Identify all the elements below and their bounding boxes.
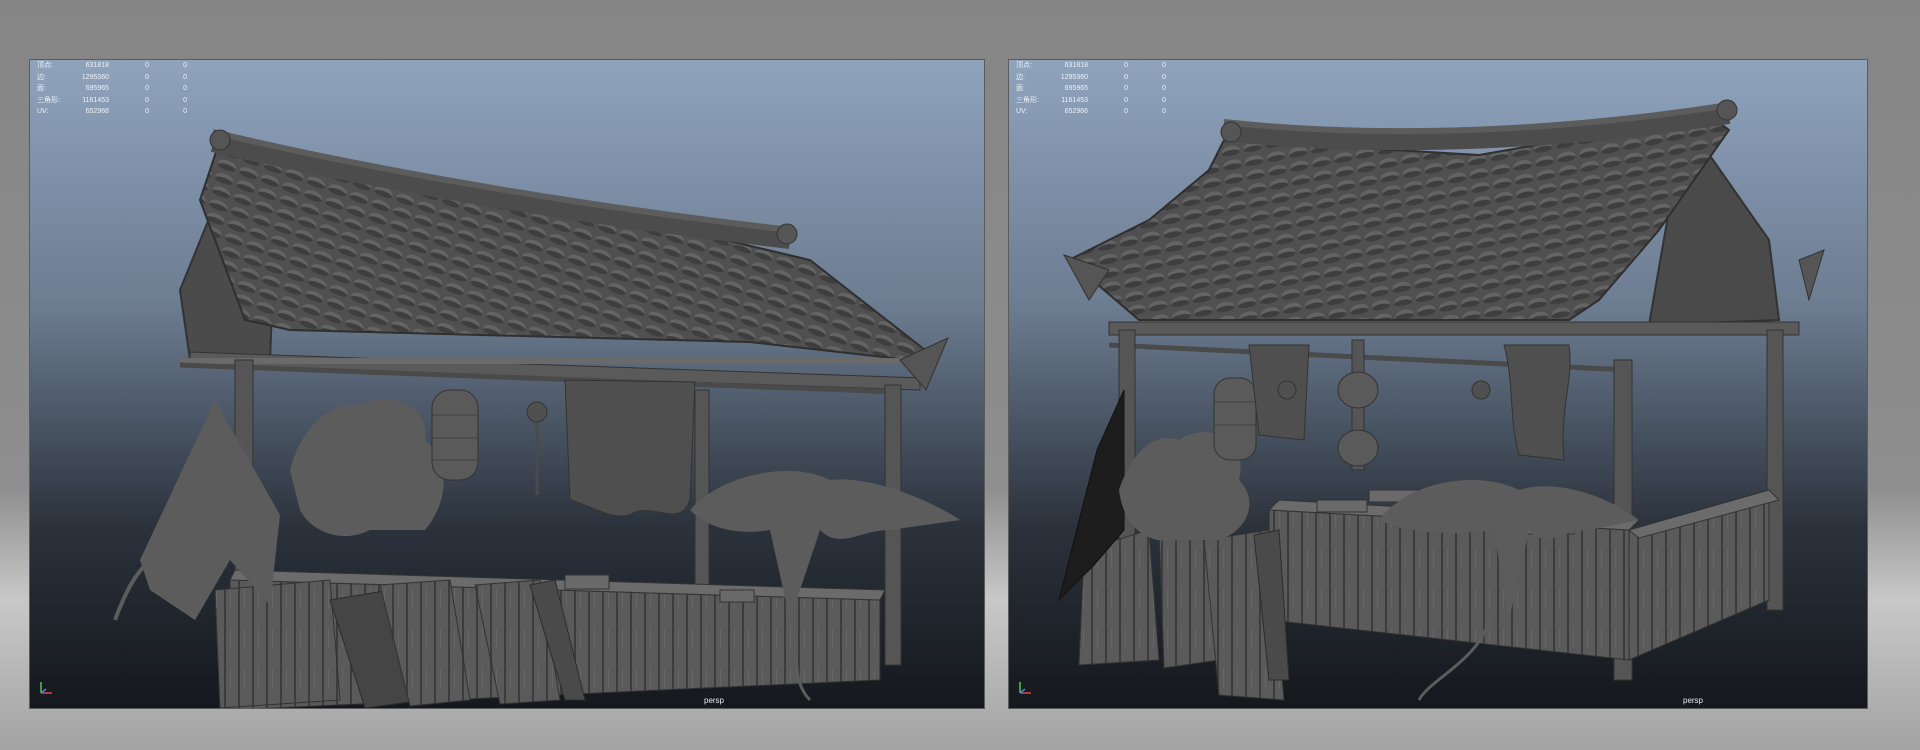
hud-label: 边: xyxy=(1016,73,1025,81)
hud-row-triangles: 三角形: 1161453 0 0 xyxy=(37,95,187,107)
axis-gizmo-icon xyxy=(1019,682,1031,694)
hud-label: 顶点: xyxy=(1016,62,1032,69)
hud-selected: 0 xyxy=(145,96,149,104)
hud-uv-selected: 0 xyxy=(1162,73,1166,81)
hud-selected: 0 xyxy=(1124,108,1128,115)
hud-uv-selected: 0 xyxy=(183,96,187,104)
hud-value: 631818 xyxy=(1064,62,1088,69)
viewport-left[interactable]: 顶点: 631818 0 0 边: 1295360 0 0 面: 695965 … xyxy=(30,60,984,708)
hud-value: 631818 xyxy=(85,62,109,69)
market-stall-model-right xyxy=(1058,99,1825,701)
hud-uv-selected: 0 xyxy=(183,62,187,69)
hud-label: 面: xyxy=(1016,85,1025,92)
hud-uv-selected: 0 xyxy=(1162,85,1166,92)
hud-row-triangles: 三角形: 1161453 0 0 xyxy=(1016,95,1166,107)
hud-label: UV: xyxy=(1016,108,1028,115)
hud-uv-selected: 0 xyxy=(1162,108,1166,115)
hud-selected: 0 xyxy=(145,108,149,115)
hud-label: 三角形: xyxy=(37,96,60,104)
hud-row-edges: 边: 1295360 0 0 xyxy=(37,72,187,84)
hud-row-uvs: UV: 652966 0 0 xyxy=(1016,106,1166,118)
hud-uv-selected: 0 xyxy=(183,73,187,81)
hud-uv-selected: 0 xyxy=(1162,96,1166,104)
hud-label: 三角形: xyxy=(1016,96,1039,104)
hud-value: 695965 xyxy=(85,85,109,92)
viewport-right[interactable]: 顶点: 631818 0 0 边: 1295360 0 0 面: 695965 … xyxy=(1009,60,1867,708)
hud-value: 1161453 xyxy=(1061,96,1088,104)
hud-selected: 0 xyxy=(1124,96,1128,104)
camera-label: persp xyxy=(1682,696,1704,705)
hud-row-faces: 面: 695965 0 0 xyxy=(37,83,187,95)
hud-selected: 0 xyxy=(145,62,149,69)
hud-row-vertices: 顶点: 631818 0 0 xyxy=(37,60,187,72)
hud-label: 顶点: xyxy=(37,62,53,69)
poly-count-hud: 顶点: 631818 0 0 边: 1295360 0 0 面: 695965 … xyxy=(1016,60,1166,118)
hud-row-faces: 面: 695965 0 0 xyxy=(1016,83,1166,95)
hud-selected: 0 xyxy=(1124,62,1128,69)
hud-row-vertices: 顶点: 631818 0 0 xyxy=(1016,60,1166,72)
hud-selected: 0 xyxy=(145,73,149,81)
hud-uv-selected: 0 xyxy=(183,108,187,115)
camera-label: persp xyxy=(703,696,725,705)
hud-selected: 0 xyxy=(1124,73,1128,81)
hud-value: 695965 xyxy=(1064,85,1088,92)
hud-value: 1161453 xyxy=(82,96,109,104)
hud-value: 652966 xyxy=(85,108,109,115)
hud-selected: 0 xyxy=(145,85,149,92)
hud-label: UV: xyxy=(37,108,49,115)
hud-row-uvs: UV: 652966 0 0 xyxy=(37,106,187,118)
poly-count-hud: 顶点: 631818 0 0 边: 1295360 0 0 面: 695965 … xyxy=(37,60,187,118)
hud-uv-selected: 0 xyxy=(1162,62,1166,69)
hud-value: 652966 xyxy=(1064,108,1088,115)
hud-value: 1295360 xyxy=(1060,73,1088,81)
hud-label: 面: xyxy=(37,85,46,92)
hud-label: 边: xyxy=(37,73,46,81)
hud-selected: 0 xyxy=(1124,85,1128,92)
market-stall-model-left xyxy=(113,129,960,708)
hud-row-edges: 边: 1295360 0 0 xyxy=(1016,72,1166,84)
hud-uv-selected: 0 xyxy=(183,85,187,92)
axis-gizmo-icon xyxy=(40,682,52,694)
hud-value: 1295360 xyxy=(81,73,109,81)
